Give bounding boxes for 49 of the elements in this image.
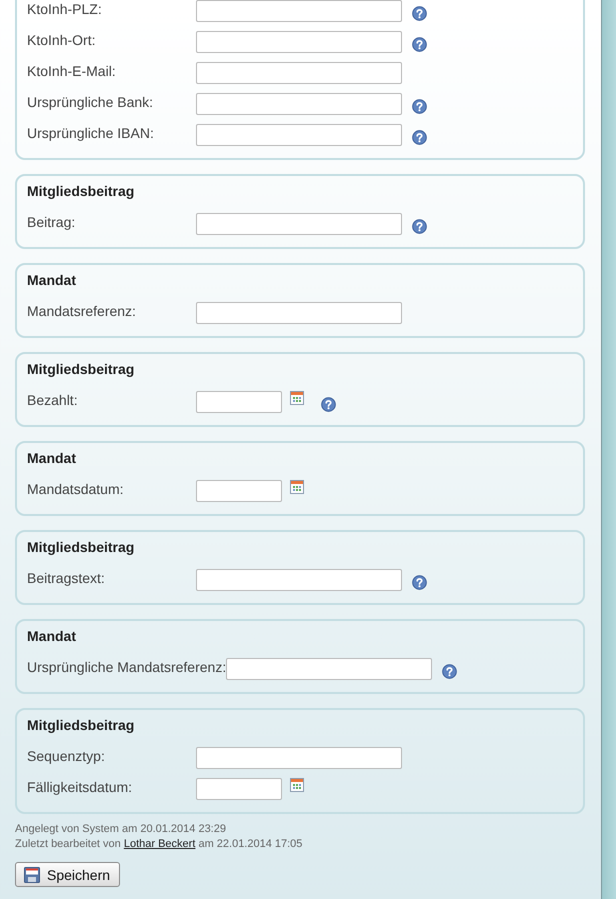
floppy-icon <box>24 866 40 882</box>
field-label: KtoInh-Ort: <box>27 32 96 48</box>
text-field[interactable] <box>196 746 402 768</box>
text-field[interactable] <box>196 62 402 84</box>
field-label: Bezahlt: <box>27 392 79 408</box>
field-label: Ursprüngliche Mandatsreferenz: <box>27 658 226 674</box>
section-title: Mitgliedsbeitrag <box>27 182 136 200</box>
text-field[interactable] <box>196 124 402 146</box>
field-label: Ursprüngliche Bank: <box>27 94 154 110</box>
calendar-icon[interactable] <box>290 391 304 405</box>
help-icon[interactable] <box>321 397 336 412</box>
field-label: Sequenztyp: <box>27 748 106 764</box>
edited-note: Zuletzt bearbeitet von Lothar Beckert am 22.01.2014 17:05 <box>15 837 304 852</box>
section-title: Mandat <box>27 271 77 289</box>
help-icon[interactable] <box>442 664 458 679</box>
help-icon[interactable] <box>412 6 427 21</box>
section-title: Mandat <box>27 449 77 467</box>
text-field[interactable] <box>196 0 402 22</box>
calendar-icon[interactable] <box>290 480 304 494</box>
section-title: Mitgliedsbeitrag <box>27 538 136 556</box>
calendar-icon[interactable] <box>290 778 304 792</box>
field-label: Mandatsdatum: <box>27 480 124 496</box>
field-label: Fälligkeitsdatum: <box>27 778 134 794</box>
text-field[interactable] <box>196 302 402 324</box>
text-field[interactable] <box>196 568 402 590</box>
created-note: Angelegt von System am 20.01.2014 23:29 <box>15 822 227 837</box>
section-title: Mitgliedsbeitrag <box>27 716 136 734</box>
date-field[interactable] <box>196 778 282 800</box>
field-label: KtoInh-E-Mail: <box>27 62 117 78</box>
editor-link[interactable]: Lothar Beckert <box>124 838 196 850</box>
help-icon[interactable] <box>412 37 427 52</box>
field-label: KtoInh-PLZ: <box>27 0 103 16</box>
section-title: Mandat <box>27 627 77 645</box>
text-field[interactable] <box>196 92 402 114</box>
field-label: Beitrag: <box>27 214 76 230</box>
section-title: Mitgliedsbeitrag <box>27 360 136 378</box>
help-icon[interactable] <box>412 130 427 145</box>
text-field[interactable] <box>226 658 432 680</box>
save-button[interactable]: Speichern <box>15 862 120 887</box>
date-field[interactable] <box>196 480 282 502</box>
text-field[interactable] <box>196 30 402 52</box>
help-icon[interactable] <box>412 99 427 114</box>
field-label: Ursprüngliche IBAN: <box>27 124 155 140</box>
help-icon[interactable] <box>412 575 427 590</box>
date-field[interactable] <box>196 390 282 412</box>
field-label: Mandatsreferenz: <box>27 302 137 318</box>
help-icon[interactable] <box>412 219 427 234</box>
field-label: Beitragstext: <box>27 570 106 586</box>
text-field[interactable] <box>196 212 402 234</box>
